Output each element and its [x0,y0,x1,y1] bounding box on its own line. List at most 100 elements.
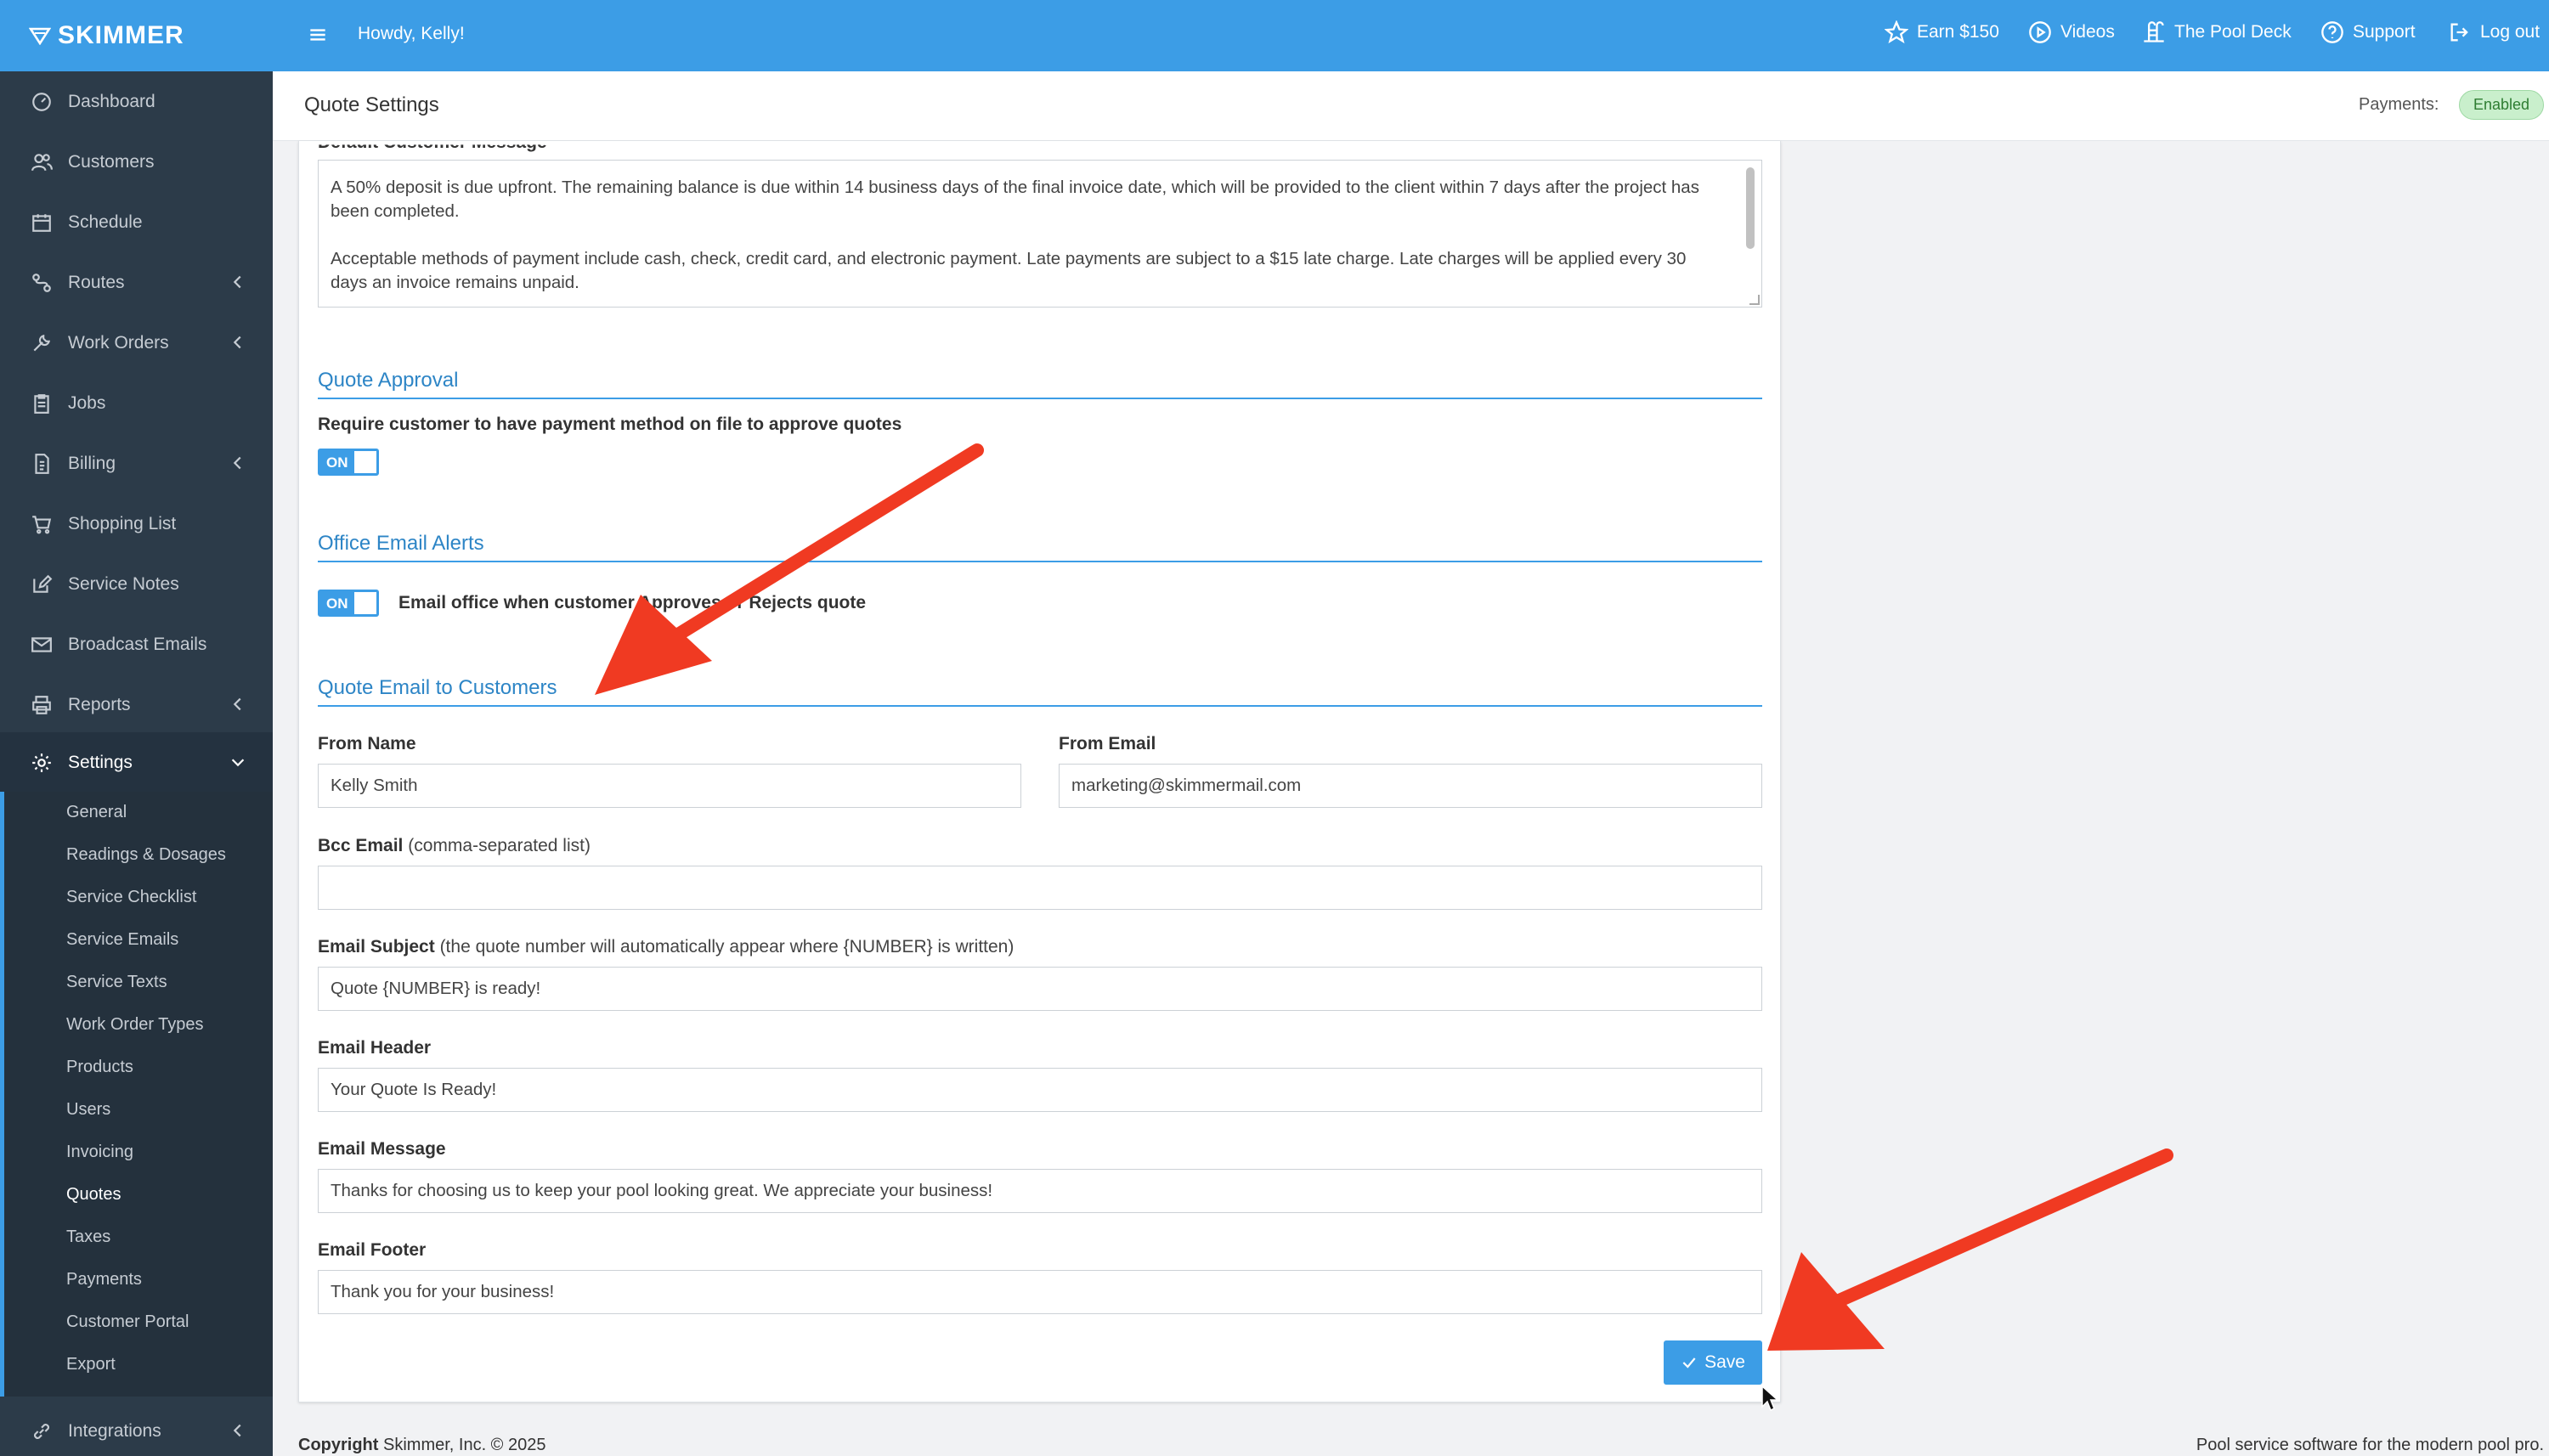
toggle-knob [354,592,376,614]
submenu-products[interactable]: Products [66,1058,133,1077]
chevron-left-icon [229,333,247,352]
printer-icon [29,692,54,718]
calendar-icon [29,210,54,235]
sidebar-item-settings[interactable]: Settings [0,732,273,793]
edit-icon [29,572,54,597]
submenu-readings[interactable]: Readings & Dosages [66,845,226,865]
sidebar-item-schedule[interactable]: Schedule [0,192,273,252]
subject-hint: (the quote number will automatically app… [439,937,1015,957]
sidebar-item-jobs[interactable]: Jobs [0,373,273,433]
sidebar-item-reports[interactable]: Reports [0,674,273,735]
bcc-email-input[interactable] [318,866,1762,910]
submenu-work-order-types[interactable]: Work Order Types [66,1015,204,1035]
save-label: Save [1704,1352,1745,1372]
email-message-input[interactable]: Thanks for choosing us to keep your pool… [318,1169,1762,1213]
textarea-scrollbar[interactable] [1746,167,1755,249]
pool-deck-label: The Pool Deck [2174,22,2292,42]
email-header-input[interactable]: Your Quote Is Ready! [318,1068,1762,1112]
submenu-users[interactable]: Users [66,1100,110,1120]
submenu-service-emails[interactable]: Service Emails [66,930,178,950]
page-header: Quote Settings Payments: Enabled [273,71,2549,141]
submenu-export[interactable]: Export [66,1355,116,1374]
default-message-paragraph: Acceptable methods of payment include ca… [331,249,1687,292]
toggle-state: ON [326,454,348,471]
sidebar-item-label: Schedule [68,212,143,232]
cart-icon [29,511,54,537]
sidebar-item-label: Billing [68,453,116,473]
office-alerts-title: Office Email Alerts [318,532,484,555]
default-message-textarea[interactable]: A 50% deposit is due upfront. The remain… [318,160,1762,308]
message-label: Email Message [318,1139,446,1159]
from-name-input[interactable]: Kelly Smith [318,764,1021,808]
quote-approval-title: Quote Approval [318,369,459,392]
sidebar-item-label: Shopping List [68,513,177,533]
chevron-left-icon [229,454,247,472]
sidebar-item-label: Integrations [68,1420,161,1441]
brand-logo[interactable]: SKIMMER [0,0,273,71]
section-divider [318,705,1762,707]
dashboard-icon [29,89,54,115]
sidebar-item-dashboard[interactable]: Dashboard [0,71,273,132]
bcc-label: Bcc Email (comma-separated list) [318,836,591,856]
pool-deck-link[interactable]: The Pool Deck [2142,20,2292,44]
bcc-hint: (comma-separated list) [408,836,591,855]
hamburger-menu-icon[interactable] [307,24,329,46]
logout-link[interactable]: Log out [2448,20,2540,44]
require-payment-toggle[interactable]: ON [318,449,379,476]
sidebar-item-routes[interactable]: Routes [0,252,273,313]
help-circle-icon [2321,21,2343,43]
sidebar-item-broadcast-emails[interactable]: Broadcast Emails [0,614,273,674]
submenu-service-texts[interactable]: Service Texts [66,973,167,992]
clipboard-icon [29,391,54,416]
quote-settings-card: Default Customer Message A 50% deposit i… [298,141,1781,1402]
page-title: Quote Settings [304,93,439,116]
sidebar-item-billing[interactable]: Billing [0,433,273,494]
section-divider [318,398,1762,399]
earn-link[interactable]: Earn $150 [1885,20,1999,44]
default-message-paragraph: A 50% deposit is due upfront. The remain… [331,178,1699,221]
sidebar-item-label: Jobs [68,392,106,413]
route-icon [29,270,54,296]
star-icon [1885,20,1908,44]
from-name-label: From Name [318,734,416,753]
email-subject-input[interactable]: Quote {NUMBER} is ready! [318,967,1762,1011]
copyright-text: Skimmer, Inc. © 2025 [378,1436,546,1454]
submenu-payments[interactable]: Payments [66,1270,142,1290]
submenu-checklist[interactable]: Service Checklist [66,888,196,907]
textarea-resize-handle[interactable] [1749,295,1760,305]
chevron-left-icon [229,695,247,714]
bcc-label-text: Bcc Email [318,836,404,855]
subject-label-text: Email Subject [318,937,435,957]
sidebar-item-label: Settings [68,752,133,772]
office-alert-toggle[interactable]: ON [318,590,379,617]
submenu-taxes[interactable]: Taxes [66,1227,110,1247]
annotation-arrow-icon [1767,1148,2173,1351]
brand-name: SKIMMER [58,21,184,49]
gear-icon [29,750,54,776]
submenu-customer-portal[interactable]: Customer Portal [66,1312,189,1332]
support-label: Support [2353,22,2416,42]
sidebar-item-service-notes[interactable]: Service Notes [0,554,273,614]
submenu-general[interactable]: General [66,803,127,822]
quote-email-title: Quote Email to Customers [318,676,557,699]
submenu-invoicing[interactable]: Invoicing [66,1143,133,1162]
sidebar-item-integrations[interactable]: Integrations [0,1401,273,1456]
email-footer-input[interactable]: Thank you for your business! [318,1270,1762,1314]
payments-label: Payments: [2359,95,2439,114]
envelope-icon [29,632,54,657]
videos-link[interactable]: Videos [2028,20,2115,44]
link-icon [29,1419,54,1444]
sidebar-item-work-orders[interactable]: Work Orders [0,313,273,373]
greeting: Howdy, Kelly! [358,24,465,43]
from-email-input[interactable]: marketing@skimmermail.com [1059,764,1762,808]
chevron-down-icon [229,753,247,771]
sidebar-item-customers[interactable]: Customers [0,132,273,192]
submenu-quotes[interactable]: Quotes [66,1185,121,1205]
save-button[interactable]: Save [1664,1340,1762,1385]
header-label: Email Header [318,1038,432,1058]
footer-label: Email Footer [318,1240,427,1260]
support-link[interactable]: Support [2320,20,2416,44]
chevron-left-icon [229,1421,247,1440]
subject-label: Email Subject (the quote number will aut… [318,937,1014,957]
sidebar-item-shopping-list[interactable]: Shopping List [0,494,273,554]
